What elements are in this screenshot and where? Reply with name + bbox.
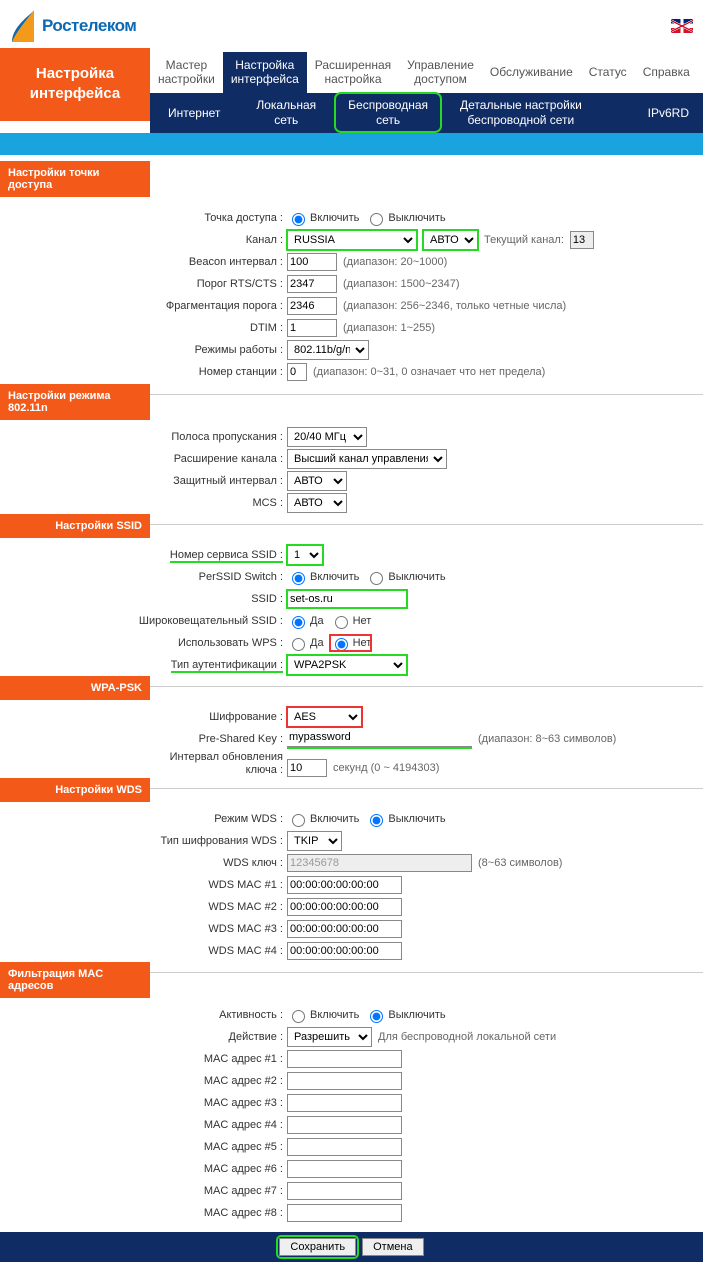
- section-macf: Фильтрация MAC адресов: [0, 962, 150, 998]
- page-title: Настройка интерфейса: [0, 48, 150, 121]
- gi-select[interactable]: АВТО: [287, 471, 347, 491]
- wps-yes[interactable]: Да: [287, 635, 324, 651]
- broad-yes[interactable]: Да: [287, 613, 324, 629]
- label-rekey2: ключа :: [0, 764, 283, 777]
- rekey-input[interactable]: [287, 759, 327, 777]
- wdsenc-select[interactable]: TKIP: [287, 831, 342, 851]
- subtab-wireless[interactable]: Беспроводнаясеть: [334, 92, 442, 133]
- label-bw: Полоса пропускания :: [0, 431, 287, 443]
- ext-select[interactable]: Высший канал управления: [287, 449, 447, 469]
- subtab-lan[interactable]: Локальнаясеть: [238, 98, 334, 127]
- subtab-wireless-detail[interactable]: Детальные настройкибеспроводной сети: [442, 98, 600, 127]
- mac4-input[interactable]: [287, 1116, 402, 1134]
- tab-interface[interactable]: Настройкаинтерфейса: [223, 52, 307, 93]
- bw-select[interactable]: 20/40 МГц: [287, 427, 367, 447]
- brand-text: Ростелеком: [42, 16, 136, 36]
- section-ap: Настройки точки доступа: [0, 161, 150, 197]
- station-input[interactable]: [287, 363, 307, 381]
- label-dtim: DTIM :: [0, 322, 287, 334]
- label-wps: Использовать WPS :: [0, 637, 287, 649]
- wdsmode-enable[interactable]: Включить: [287, 811, 359, 827]
- ssid-input[interactable]: [287, 590, 407, 608]
- language-flag-icon[interactable]: [671, 19, 693, 33]
- label-enc: Шифрование :: [0, 711, 287, 723]
- mac5-input[interactable]: [287, 1138, 402, 1156]
- perssid-enable[interactable]: Включить: [287, 569, 359, 585]
- rtscts-input[interactable]: [287, 275, 337, 293]
- mac7-input[interactable]: [287, 1182, 402, 1200]
- mac1-input[interactable]: [287, 1050, 402, 1068]
- label-perssid: PerSSID Switch :: [0, 571, 287, 583]
- dtim-input[interactable]: [287, 319, 337, 337]
- beacon-input[interactable]: [287, 253, 337, 271]
- label-wdsmode: Режим WDS :: [0, 813, 287, 825]
- mac6-input[interactable]: [287, 1160, 402, 1178]
- mcs-select[interactable]: АВТО: [287, 493, 347, 513]
- ap-enable[interactable]: Включить: [287, 210, 359, 226]
- label-action: Действие :: [0, 1031, 287, 1043]
- section-wds: Настройки WDS: [0, 778, 150, 802]
- wdskey-input[interactable]: [287, 854, 472, 872]
- section-wpa: WPA-PSK: [0, 676, 150, 700]
- mac2-input[interactable]: [287, 1072, 402, 1090]
- rostelecom-icon: [10, 8, 36, 44]
- label-channel: Канал :: [0, 234, 287, 246]
- tab-advanced[interactable]: Расширеннаянастройка: [307, 52, 399, 93]
- label-ssidnum: Номер сервиса SSID :: [170, 549, 283, 563]
- brand-logo: Ростелеком: [10, 8, 136, 44]
- ssidnum-select[interactable]: 1: [287, 545, 323, 565]
- label-frag: Фрагментация порога :: [0, 300, 287, 312]
- mac8-input[interactable]: [287, 1204, 402, 1222]
- ap-disable[interactable]: Выключить: [365, 210, 445, 226]
- wps-no[interactable]: Нет: [330, 635, 372, 651]
- action-select[interactable]: Разрешить: [287, 1027, 372, 1047]
- wdsmac2-input[interactable]: [287, 898, 402, 916]
- label-wdskey: WDS ключ :: [0, 857, 287, 869]
- label-beacon: Beacon интервал :: [0, 256, 287, 268]
- broad-no[interactable]: Нет: [330, 613, 372, 629]
- label-auth: Тип аутентификации :: [171, 659, 283, 673]
- perssid-disable[interactable]: Выключить: [365, 569, 445, 585]
- tab-maintenance[interactable]: Обслуживание: [482, 59, 581, 85]
- label-gi: Защитный интервал :: [0, 475, 287, 487]
- mode-select[interactable]: 802.11b/g/n: [287, 340, 369, 360]
- tab-wizard[interactable]: Мастернастройки: [150, 52, 223, 93]
- subtab-ipv6rd[interactable]: IPv6RD: [630, 106, 703, 120]
- label-rtscts: Порог RTS/CTS :: [0, 278, 287, 290]
- psk-input[interactable]: [287, 729, 472, 747]
- label-active: Активность :: [0, 1009, 287, 1021]
- label-psk: Pre-Shared Key :: [0, 733, 287, 745]
- tab-status[interactable]: Статус: [581, 59, 635, 85]
- section-ssid: Настройки SSID: [0, 514, 150, 538]
- wdsmac3-input[interactable]: [287, 920, 402, 938]
- enc-select[interactable]: AES: [287, 707, 362, 727]
- active-enable[interactable]: Включить: [287, 1007, 359, 1023]
- wdsmode-disable[interactable]: Выключить: [365, 811, 445, 827]
- label-mode: Режимы работы :: [0, 344, 287, 356]
- active-disable[interactable]: Выключить: [365, 1007, 445, 1023]
- current-channel: [570, 231, 594, 249]
- label-ssid: SSID :: [0, 593, 287, 605]
- auth-select[interactable]: WPA2PSK: [287, 655, 407, 675]
- section-n11: Настройки режима 802.11n: [0, 384, 150, 420]
- save-button[interactable]: Сохранить: [279, 1238, 356, 1256]
- footer-bar: Сохранить Отмена: [0, 1232, 703, 1262]
- label-broad: Широковещательный SSID :: [0, 615, 287, 627]
- label-rekey1: Интервал обновления: [0, 751, 283, 764]
- label-mcs: MCS :: [0, 497, 287, 509]
- channel-country[interactable]: RUSSIA: [287, 230, 417, 250]
- label-station: Номер станции :: [0, 366, 287, 378]
- label-ext: Расширение канала :: [0, 453, 287, 465]
- cancel-button[interactable]: Отмена: [362, 1238, 423, 1256]
- frag-input[interactable]: [287, 297, 337, 315]
- subtab-internet[interactable]: Интернет: [150, 106, 238, 120]
- tab-access[interactable]: Управлениедоступом: [399, 52, 482, 93]
- mac3-input[interactable]: [287, 1094, 402, 1112]
- tab-help[interactable]: Справка: [635, 59, 698, 85]
- label-wdsenc: Тип шифрования WDS :: [0, 835, 287, 847]
- wdsmac1-input[interactable]: [287, 876, 402, 894]
- label-ap: Точка доступа :: [0, 212, 287, 224]
- channel-auto[interactable]: АВТО: [423, 230, 478, 250]
- wdsmac4-input[interactable]: [287, 942, 402, 960]
